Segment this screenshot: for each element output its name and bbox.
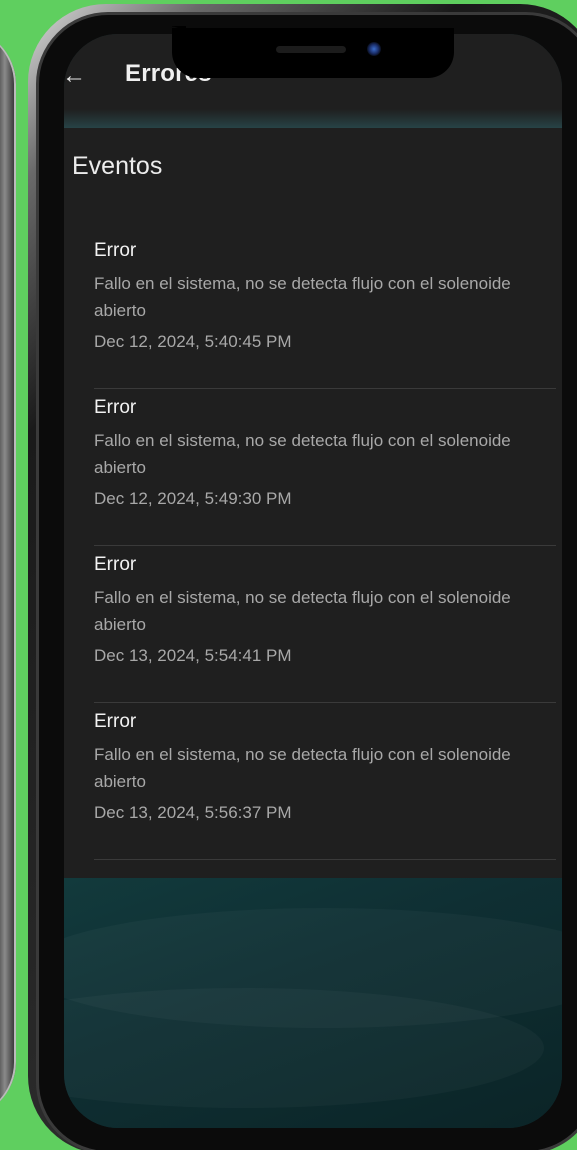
phone-screen: ← Errores Eventos Error Fallo en el sist… — [64, 34, 562, 1128]
list-item[interactable]: Error Fallo en el sistema, no se detecta… — [94, 703, 556, 860]
device-mockup-stage: ← Errores Eventos Error Fallo en el sist… — [0, 0, 577, 1150]
event-timestamp: Dec 13, 2024, 5:56:37 PM — [94, 803, 292, 822]
event-description: Fallo en el sistema, no se detecta flujo… — [94, 431, 511, 477]
list-item[interactable]: Error Fallo en el sistema, no se detecta… — [94, 546, 556, 703]
event-type: Error — [94, 240, 137, 261]
section-title: Eventos — [72, 152, 163, 180]
event-list: Error Fallo en el sistema, no se detecta… — [94, 232, 556, 860]
event-type: Error — [94, 554, 137, 575]
event-timestamp: Dec 13, 2024, 5:54:41 PM — [94, 646, 292, 665]
event-description: Fallo en el sistema, no se detecta flujo… — [94, 588, 511, 634]
speaker-grille — [276, 46, 346, 53]
background-wallpaper — [64, 878, 562, 1128]
arrow-left-icon[interactable]: ← — [64, 64, 86, 88]
list-item[interactable]: Error Fallo en el sistema, no se detecta… — [94, 389, 556, 546]
event-type: Error — [94, 711, 137, 732]
list-item[interactable]: Error Fallo en el sistema, no se detecta… — [94, 232, 556, 389]
front-camera — [367, 42, 381, 56]
adjacent-phone-frame — [0, 28, 16, 1118]
phone-notch — [172, 26, 454, 78]
events-panel: Eventos Error Fallo en el sistema, no se… — [64, 128, 562, 878]
event-timestamp: Dec 12, 2024, 5:40:45 PM — [94, 332, 292, 351]
event-type: Error — [94, 397, 137, 418]
event-description: Fallo en el sistema, no se detecta flujo… — [94, 745, 511, 791]
event-description: Fallo en el sistema, no se detecta flujo… — [94, 274, 511, 320]
event-timestamp: Dec 12, 2024, 5:49:30 PM — [94, 489, 292, 508]
